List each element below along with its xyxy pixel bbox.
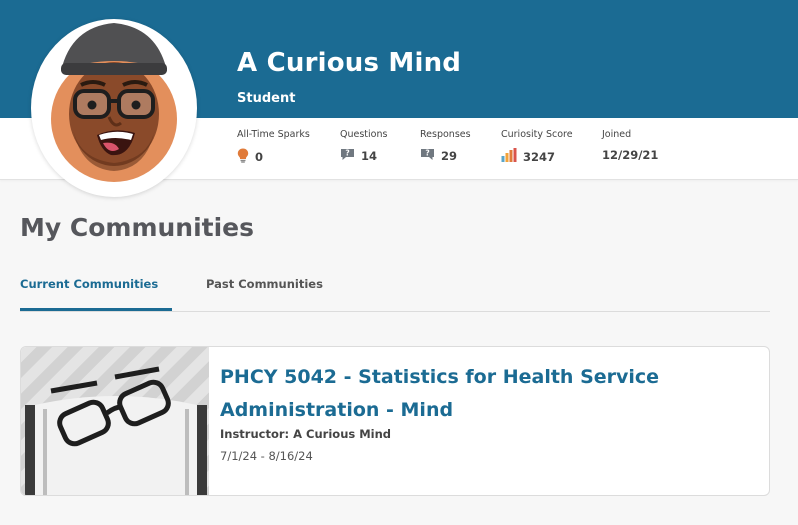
stat-responses: Responses ? 29 [420, 129, 471, 164]
stat-value: 14 [361, 149, 378, 163]
stat-label: All-Time Sparks [237, 129, 310, 140]
section-title: My Communities [20, 213, 255, 242]
community-title[interactable]: PHCY 5042 - Statistics for Health Servic… [220, 361, 760, 427]
community-instructor: Instructor: A Curious Mind [220, 427, 392, 441]
stat-questions: Questions ? 14 [340, 129, 387, 164]
community-card[interactable]: PHCY 5042 - Statistics for Health Servic… [20, 346, 770, 496]
response-bubble-icon: ? [420, 148, 435, 164]
lightbulb-icon [237, 148, 249, 166]
stat-label: Curiosity Score [501, 129, 573, 140]
question-bubble-icon: ? [340, 148, 355, 164]
stat-label: Responses [420, 129, 471, 140]
community-dates: 7/1/24 - 8/16/24 [220, 449, 313, 463]
active-tab-indicator [20, 308, 172, 311]
community-thumbnail [21, 347, 209, 495]
stat-value: 0 [255, 150, 264, 164]
stat-label: Questions [340, 129, 388, 140]
community-tabs: Current Communities Past Communities [20, 262, 770, 312]
stat-value: 29 [441, 149, 458, 163]
stat-joined: Joined 12/29/21 [602, 129, 658, 162]
tab-current-communities[interactable]: Current Communities [20, 277, 158, 291]
stat-value: 12/29/21 [602, 148, 659, 162]
bar-chart-icon [501, 148, 517, 165]
stat-label: Joined [602, 129, 632, 140]
avatar-illustration [51, 23, 177, 182]
svg-text:?: ? [425, 149, 429, 158]
profile-role: Student [237, 91, 296, 106]
svg-text:?: ? [345, 149, 349, 158]
stat-curiosity-score: Curiosity Score 3247 [501, 129, 573, 165]
tab-past-communities[interactable]: Past Communities [206, 277, 323, 291]
stat-value: 3247 [523, 149, 556, 164]
profile-name: A Curious Mind [237, 48, 462, 78]
avatar [31, 19, 197, 197]
stat-sparks: All-Time Sparks 0 [237, 129, 310, 166]
